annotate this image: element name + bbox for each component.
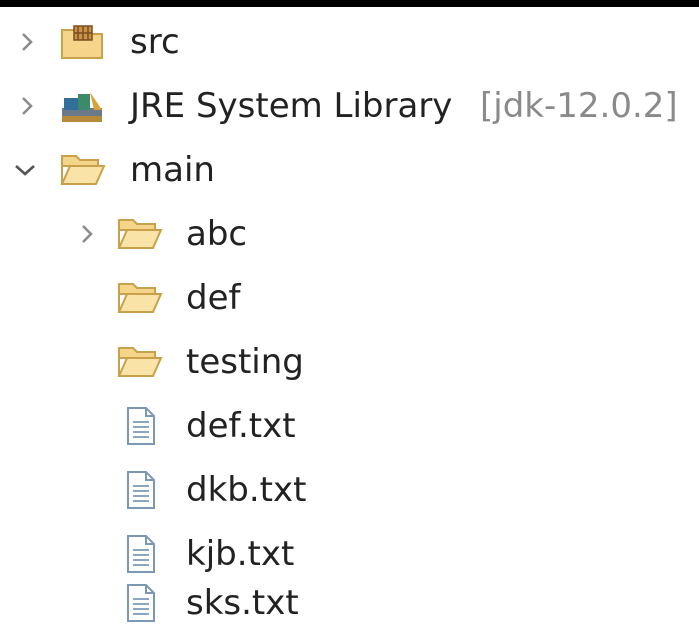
chevron-right-icon[interactable] (16, 31, 38, 53)
tree-item-label: def.txt (186, 406, 296, 446)
tree-item-def-txt[interactable]: def.txt (0, 394, 699, 458)
tree-item-main[interactable]: main (0, 138, 699, 202)
tree-item-label: JRE System Library (130, 86, 453, 126)
tree-item-jre-system-library[interactable]: JRE System Library [jdk-12.0.2] (0, 74, 699, 138)
text-file-icon (126, 534, 156, 574)
tree-item-testing[interactable]: testing (0, 330, 699, 394)
folder-icon (117, 278, 163, 318)
tree-item-label: testing (186, 342, 304, 382)
folder-open-icon (60, 150, 106, 190)
tree-item-label: main (130, 150, 215, 190)
tree-item-label: src (130, 22, 180, 62)
folder-icon (117, 214, 163, 254)
text-file-icon (126, 583, 156, 623)
chevron-down-icon[interactable] (14, 159, 36, 181)
tree-item-label: sks.txt (186, 583, 299, 623)
chevron-right-icon[interactable] (16, 95, 38, 117)
text-file-icon (126, 470, 156, 510)
tree-item-label: kjb.txt (186, 534, 295, 574)
tree-item-label: def (186, 278, 241, 318)
tree-item-src[interactable]: src (0, 10, 699, 74)
tree-item-dkb-txt[interactable]: dkb.txt (0, 458, 699, 522)
library-icon (60, 86, 106, 126)
package-folder-icon (60, 22, 106, 62)
tree-item-def-folder[interactable]: def (0, 266, 699, 330)
jdk-version-decoration: [jdk-12.0.2] (480, 86, 678, 126)
tree-item-label: abc (186, 214, 248, 254)
tree-item-label: dkb.txt (186, 470, 307, 510)
tree-item-sks-txt[interactable]: sks.txt (0, 574, 699, 632)
tree-item-abc[interactable]: abc (0, 202, 699, 266)
top-border (0, 0, 699, 7)
text-file-icon (126, 406, 156, 446)
chevron-right-icon[interactable] (76, 223, 98, 245)
folder-icon (117, 342, 163, 382)
